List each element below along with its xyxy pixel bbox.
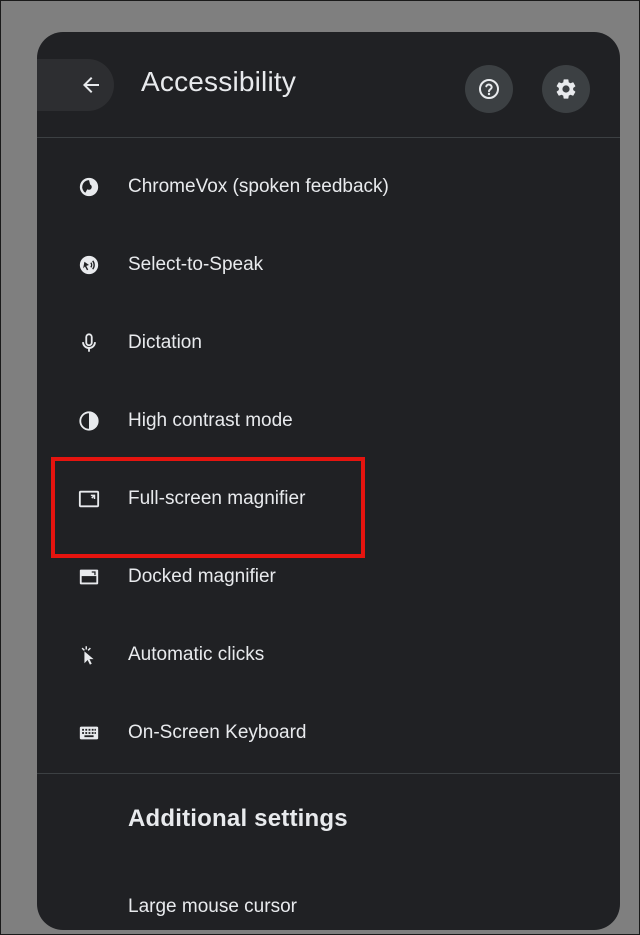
- back-button[interactable]: [37, 59, 114, 111]
- item-dictation[interactable]: Dictation: [37, 308, 620, 378]
- help-circle-icon: [479, 79, 499, 99]
- header: Accessibility: [37, 32, 620, 137]
- section-title: Additional settings: [128, 805, 348, 832]
- item-label: Dictation: [128, 332, 202, 353]
- header-divider: [37, 137, 620, 138]
- docked-magnifier-icon: [77, 565, 101, 589]
- automatic-clicks-icon: [77, 643, 101, 667]
- arrow-back-icon: [82, 77, 99, 93]
- page-title: Accessibility: [141, 66, 297, 97]
- item-label: Select-to-Speak: [128, 254, 264, 275]
- item-label: Docked magnifier: [128, 566, 276, 587]
- select-to-speak-icon: [77, 253, 101, 277]
- item-label: Full-screen magnifier: [128, 488, 306, 509]
- item-chromevox[interactable]: ChromeVox (spoken feedback): [37, 152, 620, 222]
- microphone-icon: [77, 331, 101, 355]
- item-automatic-clicks[interactable]: Automatic clicks: [37, 620, 620, 690]
- gear-icon: [556, 79, 576, 99]
- item-onscreen-keyboard[interactable]: On-Screen Keyboard: [37, 698, 620, 768]
- contrast-icon: [77, 409, 101, 433]
- item-label: High contrast mode: [128, 410, 293, 431]
- item-high-contrast[interactable]: High contrast mode: [37, 386, 620, 456]
- help-button[interactable]: [465, 65, 513, 113]
- item-select-to-speak[interactable]: Select-to-Speak: [37, 230, 620, 300]
- item-docked-magnifier[interactable]: Docked magnifier: [37, 542, 620, 612]
- fullscreen-magnifier-icon: [77, 487, 101, 511]
- item-label: Large mouse cursor: [128, 896, 297, 917]
- item-label: Automatic clicks: [128, 644, 265, 665]
- item-label: On-Screen Keyboard: [128, 722, 307, 743]
- item-fullscreen-magnifier[interactable]: Full-screen magnifier: [37, 464, 620, 534]
- accessibility-panel: Accessibility ChromeVox (spoken feedback…: [37, 32, 620, 930]
- chromevox-icon: [77, 175, 101, 199]
- item-large-mouse-cursor[interactable]: Large mouse cursor: [37, 872, 620, 930]
- keyboard-icon: [77, 721, 101, 745]
- item-label: ChromeVox (spoken feedback): [128, 176, 389, 197]
- settings-button[interactable]: [542, 65, 590, 113]
- section-divider: [37, 773, 620, 774]
